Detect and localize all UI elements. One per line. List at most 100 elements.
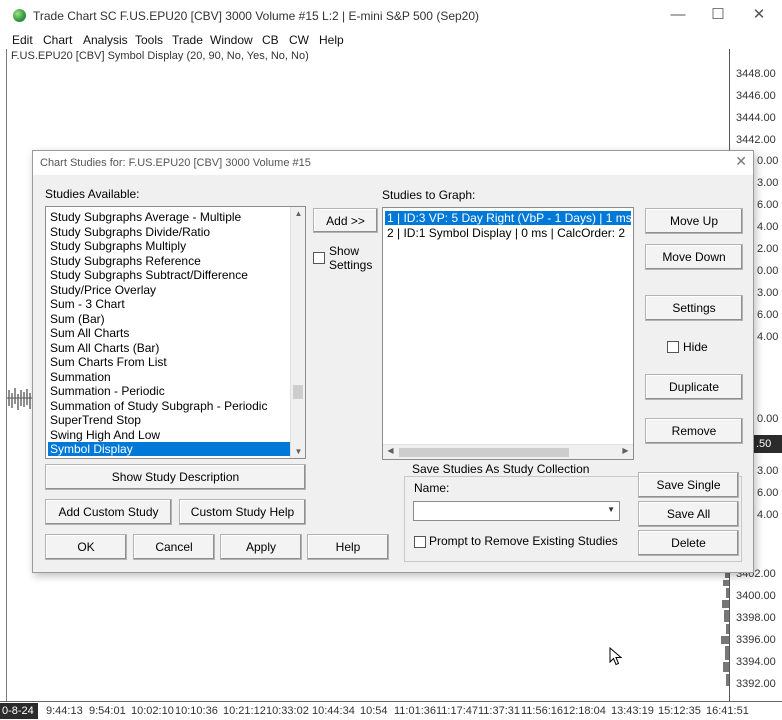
cancel-label: Cancel	[155, 540, 193, 554]
remove-label: Remove	[671, 424, 717, 438]
prompt-remove-checkbox[interactable]	[414, 536, 426, 548]
studies-available-list[interactable]: Study Subgraphs Average - Multiple Study…	[45, 206, 306, 459]
time-label: 11:01:36	[394, 705, 437, 717]
scroll-down-icon[interactable]: ▼	[291, 447, 305, 456]
graph-study-item[interactable]: 2 | ID:1 Symbol Display | 0 ms | CalcOrd…	[385, 226, 631, 240]
menu-tools[interactable]: Tools	[135, 33, 163, 47]
list-item[interactable]: Study Subgraphs Average - Multiple	[48, 210, 241, 224]
add-study-button[interactable]: Add >>	[313, 208, 378, 233]
time-label: 13:43:19	[611, 705, 654, 717]
studies-to-graph-list[interactable]: 1 | ID:3 VP: 5 Day Right (VbP - 1 Days) …	[382, 207, 634, 460]
vertical-scrollbar[interactable]: ▲ ▼	[290, 207, 305, 458]
menu-edit[interactable]: Edit	[12, 33, 33, 47]
menu-help[interactable]: Help	[319, 33, 344, 47]
menu-trade[interactable]: Trade	[172, 33, 203, 47]
time-label: 16:41:51	[706, 705, 749, 717]
time-label: 11:37:31	[478, 705, 521, 717]
save-all-label: Save All	[666, 507, 711, 521]
list-item[interactable]: Sum Charts From List	[48, 355, 167, 369]
save-single-button[interactable]: Save Single	[638, 472, 739, 498]
time-label: 9:44:13	[46, 705, 83, 717]
save-all-button[interactable]: Save All	[638, 501, 739, 527]
close-icon[interactable]: ✕	[735, 153, 747, 170]
list-item[interactable]: Study/Price Overlay	[48, 283, 156, 297]
scroll-left-icon[interactable]: ◀	[383, 446, 398, 455]
hide-checkbox[interactable]	[667, 341, 679, 353]
collection-name-combo[interactable]: ▼	[413, 501, 620, 521]
scrollbar-thumb[interactable]	[399, 448, 569, 457]
list-item[interactable]: Sum (Bar)	[48, 312, 105, 326]
add-custom-study-label: Add Custom Study	[58, 505, 159, 519]
time-label: 9:54:01	[89, 705, 126, 717]
duplicate-button[interactable]: Duplicate	[645, 374, 743, 400]
chart-studies-dialog: Chart Studies for: F.US.EPU20 [CBV] 3000…	[32, 150, 754, 573]
move-up-button[interactable]: Move Up	[645, 208, 743, 234]
price-label: 4.00	[757, 221, 779, 233]
settings-label: Settings	[672, 301, 716, 315]
menu-window[interactable]: Window	[210, 33, 253, 47]
show-settings-label: Show Settings	[329, 244, 373, 272]
apply-button[interactable]: Apply	[220, 534, 302, 560]
add-custom-study-button[interactable]: Add Custom Study	[45, 499, 172, 525]
price-label: 3442.00	[736, 134, 776, 146]
move-down-button[interactable]: Move Down	[645, 244, 743, 270]
study-collection-group-label: Save Studies As Study Collection	[410, 462, 592, 476]
price-label: 0.00	[757, 155, 779, 167]
dropdown-arrow-icon[interactable]: ▼	[607, 505, 615, 514]
delete-button[interactable]: Delete	[638, 530, 739, 556]
price-label: 3448.00	[736, 68, 776, 80]
list-item[interactable]: Sum All Charts (Bar)	[48, 341, 159, 355]
list-item[interactable]: Summation of Study Subgraph - Periodic	[48, 399, 267, 413]
horizontal-scrollbar[interactable]: ◀ ▶	[383, 444, 633, 459]
ok-button[interactable]: OK	[45, 534, 127, 560]
menu-chart[interactable]: Chart	[43, 33, 72, 47]
maximize-icon[interactable]: ☐	[704, 4, 732, 26]
move-down-label: Move Down	[662, 250, 726, 264]
minimize-icon[interactable]: —	[664, 4, 692, 26]
close-icon[interactable]: ✕	[745, 4, 773, 26]
price-label: 4.00	[757, 331, 779, 343]
list-item[interactable]: Swing High And Low	[48, 428, 160, 442]
scrollbar-thumb[interactable]	[293, 385, 303, 399]
list-item[interactable]: SuperTrend Stop	[48, 413, 141, 427]
show-settings-checkbox[interactable]	[313, 252, 325, 264]
delete-label: Delete	[671, 536, 706, 550]
scroll-right-icon[interactable]: ▶	[618, 446, 633, 455]
menu-cb[interactable]: CB	[262, 33, 279, 47]
price-label: 3.00	[757, 287, 779, 299]
dialog-title-bar: Chart Studies for: F.US.EPU20 [CBV] 3000…	[33, 151, 753, 175]
list-item[interactable]: Study Subgraphs Divide/Ratio	[48, 225, 210, 239]
menu-bar: Edit Chart Analysis Tools Trade Window C…	[0, 31, 782, 49]
list-item[interactable]: Study Subgraphs Multiply	[48, 239, 186, 253]
price-label: 3400.00	[736, 590, 776, 602]
collection-name-label: Name:	[414, 481, 450, 495]
scroll-up-icon[interactable]: ▲	[291, 209, 305, 218]
cancel-button[interactable]: Cancel	[133, 534, 215, 560]
help-button[interactable]: Help	[307, 534, 389, 560]
save-single-label: Save Single	[656, 478, 721, 492]
price-label: 4.00	[757, 509, 779, 521]
window-title: Trade Chart SC F.US.EPU20 [CBV] 3000 Vol…	[33, 9, 480, 23]
price-label: 0.00	[757, 413, 779, 425]
list-item-selected[interactable]: Symbol Display	[48, 442, 290, 456]
settings-button[interactable]: Settings	[645, 295, 743, 321]
menu-cw[interactable]: CW	[289, 33, 309, 47]
list-item[interactable]: Study Subgraphs Subtract/Difference	[48, 268, 248, 282]
window-title-bar: Trade Chart SC F.US.EPU20 [CBV] 3000 Vol…	[0, 0, 782, 31]
graph-study-item-selected[interactable]: 1 | ID:3 VP: 5 Day Right (VbP - 1 Days) …	[385, 211, 631, 225]
time-label: 10:44:34	[312, 705, 355, 717]
list-item[interactable]: Summation - Periodic	[48, 384, 165, 398]
remove-button[interactable]: Remove	[645, 418, 743, 444]
show-study-description-button[interactable]: Show Study Description	[45, 464, 306, 490]
list-item[interactable]: Summation	[48, 370, 111, 384]
time-axis[interactable]: 0-8-24 9:44:13 9:54:01 10:02:10 10:10:36…	[0, 701, 782, 720]
custom-study-help-button[interactable]: Custom Study Help	[179, 499, 306, 525]
list-item[interactable]: Study Subgraphs Reference	[48, 254, 201, 268]
list-item[interactable]: Sum All Charts	[48, 326, 129, 340]
price-label: 0.00	[757, 265, 779, 277]
list-item[interactable]: Sum - 3 Chart	[48, 297, 125, 311]
price-label: 2.00	[757, 243, 779, 255]
add-study-label: Add >>	[326, 213, 365, 228]
menu-analysis[interactable]: Analysis	[83, 33, 128, 47]
time-start-label: 0-8-24	[0, 703, 38, 719]
